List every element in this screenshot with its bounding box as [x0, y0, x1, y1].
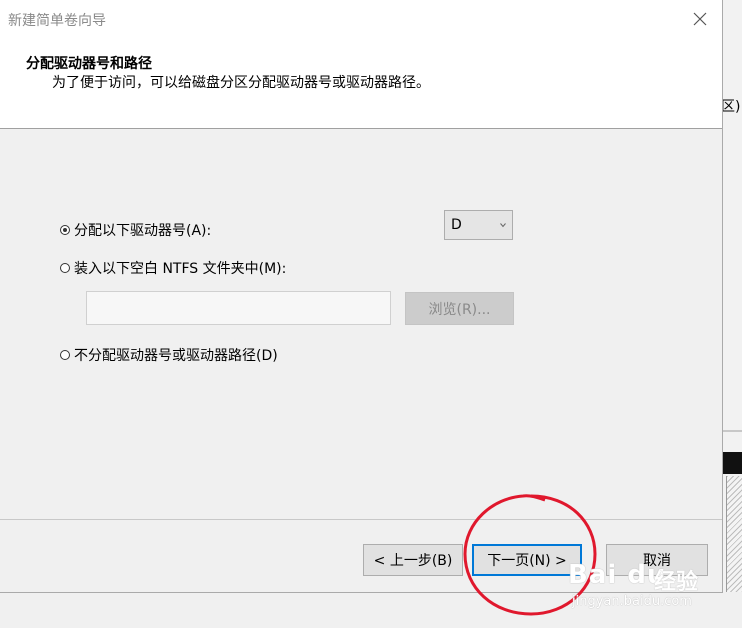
no-assign-radio[interactable] [60, 350, 70, 360]
background-partition-hatch [726, 476, 742, 594]
page-title: 分配驱动器号和路径 [26, 56, 152, 72]
folder-path-input[interactable] [86, 291, 391, 325]
background-disk-bar [722, 452, 742, 474]
drive-letter-value: D [451, 217, 462, 233]
next-button[interactable]: 下一页(N) > [472, 544, 582, 576]
no-assign-label: 不分配驱动器号或驱动器路径(D) [74, 348, 278, 364]
new-simple-volume-wizard: 新建简单卷向导 分配驱动器号和路径 为了便于访问，可以给磁盘分区分配驱动器号或驱… [0, 0, 723, 593]
wizard-header: 分配驱动器号和路径 为了便于访问，可以给磁盘分区分配驱动器号或驱动器路径。 [0, 38, 722, 129]
drive-letter-select[interactable]: D [444, 210, 513, 240]
window-title: 新建简单卷向导 [8, 13, 106, 29]
assign-letter-label: 分配以下驱动器号(A): [74, 223, 212, 239]
back-button[interactable]: < 上一步(B) [363, 544, 463, 576]
background-divider [722, 430, 742, 432]
mount-folder-label: 装入以下空白 NTFS 文件夹中(M): [74, 261, 287, 277]
footer-divider [0, 519, 722, 520]
assign-letter-option[interactable]: 分配以下驱动器号(A): [60, 220, 211, 240]
close-button[interactable] [680, 2, 720, 36]
chevron-down-icon [500, 223, 506, 228]
radio-selected-dot [63, 228, 67, 232]
background-window-text: 区) [721, 99, 741, 115]
browse-button[interactable]: 浏览(R)... [405, 292, 514, 325]
title-bar: 新建简单卷向导 [0, 0, 722, 38]
cancel-button[interactable]: 取消 [606, 544, 708, 576]
close-icon [693, 12, 707, 26]
mount-folder-radio[interactable] [60, 263, 70, 273]
no-assign-option[interactable]: 不分配驱动器号或驱动器路径(D) [60, 345, 278, 365]
mount-folder-option[interactable]: 装入以下空白 NTFS 文件夹中(M): [60, 258, 286, 278]
background-bottom-area [0, 592, 742, 628]
assign-letter-radio[interactable] [60, 225, 70, 235]
page-description: 为了便于访问，可以给磁盘分区分配驱动器号或驱动器路径。 [52, 75, 430, 91]
